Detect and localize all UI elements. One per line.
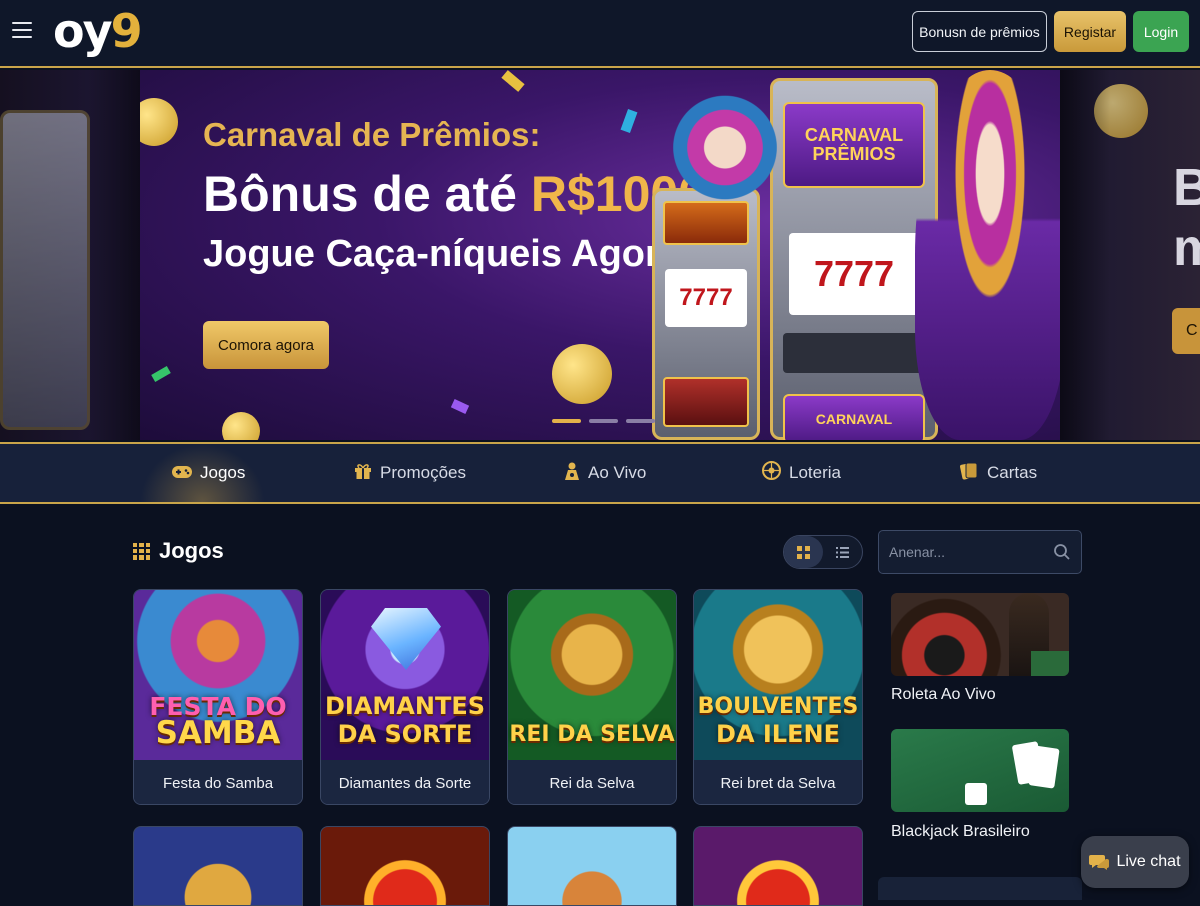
category-nav: Jogos Promoções Ao Vivo Loteria Cartas	[0, 442, 1200, 504]
chat-bubble-icon	[1089, 855, 1110, 870]
top-header: oy9 Bonusn de prêmios Registar Login	[0, 0, 1200, 68]
search-icon[interactable]	[1053, 543, 1071, 561]
sidebar-panel	[878, 877, 1082, 900]
game-card-rei-da-selva[interactable]: REI DA SELVA Rei da Selva	[507, 589, 677, 805]
game-thumbnail: FESTA DO SAMBA	[134, 590, 302, 760]
banner-cta-button[interactable]: Comora agora	[203, 321, 329, 369]
login-button[interactable]: Login	[1133, 11, 1189, 52]
list-view-icon[interactable]	[823, 536, 862, 568]
nav-item-ao-vivo[interactable]: Ao Vivo	[564, 444, 646, 502]
game-card-lion[interactable]	[133, 826, 303, 906]
cards-icon	[959, 461, 979, 486]
game-card-sevens[interactable]	[320, 826, 490, 906]
bonus-button[interactable]: Bonusn de prêmios	[912, 11, 1047, 52]
grid-icon	[133, 542, 150, 560]
nav-item-loteria[interactable]: Loteria	[762, 444, 841, 502]
carousel-dot[interactable]	[589, 419, 618, 423]
coin-image	[140, 98, 178, 146]
nav-label: Cartas	[987, 463, 1038, 482]
game-card-diamantes-da-sorte[interactable]: DIAMANTES DA SORTE Diamantes da Sorte	[320, 589, 490, 805]
carnival-mask-image	[665, 76, 785, 206]
games-section-title: Jogos	[133, 538, 224, 564]
next-slide-title: Bo m	[1173, 159, 1200, 277]
live-chat-button[interactable]: Live chat	[1081, 836, 1189, 888]
game-card-lucky-seven[interactable]	[693, 826, 863, 906]
game-card-rei-bret-da-selva[interactable]: BOULVENTES DA ILENE Rei bret da Selva	[693, 589, 863, 805]
carousel-dot[interactable]	[552, 419, 581, 423]
live-dealer-icon	[564, 461, 580, 486]
menu-icon[interactable]	[12, 22, 32, 40]
hero-carousel[interactable]: Carnaval de Prêmios: Bônus de até R$1000…	[0, 70, 1200, 440]
search-box	[878, 530, 1082, 574]
game-card-monkey[interactable]	[507, 826, 677, 906]
game-title: Rei da Selva	[508, 760, 676, 804]
nav-item-promocoes[interactable]: Promoções	[354, 444, 466, 502]
nav-item-cartas[interactable]: Cartas	[959, 444, 1037, 502]
next-slide-peek[interactable]: Bo m C	[1060, 70, 1200, 440]
game-art-title: DIAMANTES DA SORTE	[324, 692, 486, 748]
game-art-title: REI DA SELVA	[509, 722, 675, 747]
coin-image	[552, 344, 612, 404]
gamepad-icon	[172, 463, 192, 484]
site-logo[interactable]: oy9	[53, 4, 143, 58]
carousel-dots[interactable]	[552, 419, 655, 423]
game-card-festa-do-samba[interactable]: FESTA DO SAMBA Festa do Samba	[133, 589, 303, 805]
live-blackjack-thumbnail[interactable]	[891, 729, 1069, 812]
slot-machine-main: CARNAVAL PRÊMIOS 7777 CARNAVAL	[770, 78, 938, 440]
nav-label: Promoções	[380, 463, 466, 482]
previous-slide-peek[interactable]	[0, 70, 140, 440]
game-thumbnail: REI DA SELVA	[508, 590, 676, 760]
slot-machine-small: 7777	[652, 188, 760, 440]
banner-headline: Carnaval de Prêmios:	[203, 116, 541, 153]
gift-icon	[354, 462, 372, 485]
nav-label: Jogos	[200, 463, 246, 482]
nav-label: Loteria	[789, 463, 841, 482]
carousel-dot[interactable]	[626, 419, 655, 423]
banner-slide-carnaval[interactable]: Carnaval de Prêmios: Bônus de até R$1000…	[140, 70, 1060, 440]
game-title: Festa do Samba	[134, 760, 302, 804]
live-game-title[interactable]: Roleta Ao Vivo	[891, 686, 996, 704]
game-title: Rei bret da Selva	[694, 760, 862, 804]
view-toggle	[783, 535, 863, 569]
game-art-title: BOULVENTES DA ILENE	[697, 694, 859, 748]
search-input[interactable]	[889, 544, 1049, 560]
live-game-title[interactable]: Blackjack Brasileiro	[891, 823, 1030, 841]
nav-item-jogos[interactable]: Jogos	[172, 444, 245, 502]
slot-machine-image	[0, 110, 90, 430]
banner-bonus-line: Bônus de até R$1000!	[203, 166, 723, 222]
live-roulette-thumbnail[interactable]	[891, 593, 1069, 676]
lottery-ball-icon	[762, 461, 781, 485]
carnival-dancer-image	[915, 70, 1060, 440]
diamond-image	[371, 608, 441, 670]
game-thumbnail: DIAMANTES DA SORTE	[321, 590, 489, 760]
nav-label: Ao Vivo	[588, 463, 647, 482]
banner-subline: Jogue Caça-níqueis Agora!	[203, 233, 694, 275]
game-art-title: FESTA DO SAMBA	[149, 692, 287, 751]
register-button[interactable]: Registar	[1054, 11, 1126, 52]
coin-image	[222, 412, 260, 440]
game-thumbnail: BOULVENTES DA ILENE	[694, 590, 862, 760]
next-slide-button[interactable]: C	[1172, 308, 1200, 354]
game-title: Diamantes da Sorte	[321, 760, 489, 804]
grid-view-icon[interactable]	[784, 536, 823, 568]
